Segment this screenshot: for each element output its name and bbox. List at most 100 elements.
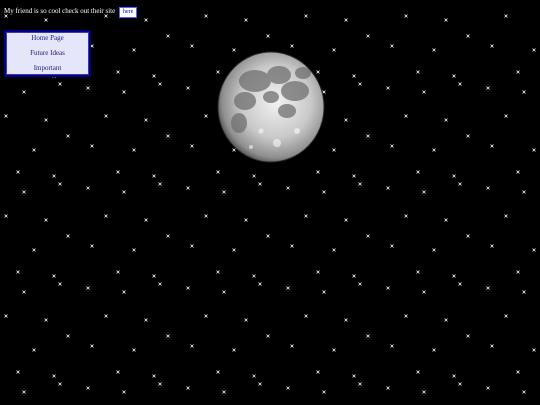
star-icon [366, 234, 370, 238]
star-icon [532, 148, 536, 152]
star-icon [532, 248, 536, 252]
star-icon [452, 174, 456, 178]
star-icon [32, 348, 36, 352]
star-icon [116, 370, 120, 374]
star-icon [204, 114, 208, 118]
star-icon [352, 174, 356, 178]
star-icon [44, 118, 48, 122]
star-icon [186, 86, 190, 90]
star-icon [286, 386, 290, 390]
star-icon [366, 334, 370, 338]
star-icon [244, 318, 248, 322]
star-icon [152, 174, 156, 178]
star-icon [504, 314, 508, 318]
star-icon [104, 314, 108, 318]
star-icon [404, 214, 408, 218]
star-icon [166, 34, 170, 38]
star-icon [316, 170, 320, 174]
star-icon [52, 174, 56, 178]
star-icon [16, 170, 20, 174]
star-icon [122, 190, 126, 194]
star-icon [486, 186, 490, 190]
star-icon [222, 290, 226, 294]
star-icon [452, 374, 456, 378]
star-icon [466, 34, 470, 38]
star-icon [204, 214, 208, 218]
star-icon [258, 282, 262, 286]
nav-item-home-page[interactable]: Home Page [31, 34, 63, 43]
star-icon [22, 390, 26, 394]
star-icon [86, 86, 90, 90]
star-icon [432, 248, 436, 252]
star-icon [490, 44, 494, 48]
star-icon [290, 344, 294, 348]
star-icon [366, 134, 370, 138]
star-icon [286, 186, 290, 190]
star-icon [490, 344, 494, 348]
star-icon [190, 144, 194, 148]
star-icon [152, 374, 156, 378]
star-icon [452, 274, 456, 278]
star-icon [416, 270, 420, 274]
star-icon [232, 348, 236, 352]
star-icon [144, 318, 148, 322]
star-icon [216, 370, 220, 374]
star-icon [144, 118, 148, 122]
star-icon [352, 274, 356, 278]
star-icon [332, 348, 336, 352]
star-icon [516, 170, 520, 174]
star-icon [522, 90, 526, 94]
star-icon [504, 114, 508, 118]
here-link[interactable]: here [118, 7, 138, 18]
star-icon [332, 48, 336, 52]
star-icon [432, 48, 436, 52]
star-icon [232, 248, 236, 252]
star-icon [522, 390, 526, 394]
star-icon [90, 144, 94, 148]
star-icon [322, 290, 326, 294]
star-icon [422, 190, 426, 194]
star-icon [532, 348, 536, 352]
star-icon [66, 134, 70, 138]
star-icon [90, 344, 94, 348]
star-icon [190, 344, 194, 348]
star-icon [186, 286, 190, 290]
star-icon [486, 386, 490, 390]
star-icon [52, 274, 56, 278]
star-icon [222, 190, 226, 194]
star-icon [522, 190, 526, 194]
star-icon [152, 74, 156, 78]
star-icon [432, 148, 436, 152]
nav-item-future-ideas[interactable]: Future Ideas [30, 49, 65, 58]
star-icon [86, 186, 90, 190]
star-icon [416, 170, 420, 174]
star-icon [386, 86, 390, 90]
star-icon [252, 374, 256, 378]
star-icon [252, 174, 256, 178]
nav-menu: Home Page Future Ideas Important [4, 30, 91, 77]
star-icon [44, 318, 48, 322]
star-icon [452, 74, 456, 78]
star-icon [386, 286, 390, 290]
star-icon [244, 218, 248, 222]
moon-icon [217, 51, 325, 163]
star-icon [444, 118, 448, 122]
star-icon [422, 390, 426, 394]
star-icon [122, 290, 126, 294]
star-icon [352, 374, 356, 378]
star-icon [132, 48, 136, 52]
star-icon [58, 282, 62, 286]
star-icon [58, 382, 62, 386]
star-icon [122, 90, 126, 94]
star-icon [16, 370, 20, 374]
nav-item-important[interactable]: Important [34, 64, 62, 73]
star-icon [166, 234, 170, 238]
star-icon [466, 334, 470, 338]
star-icon [466, 234, 470, 238]
star-icon [116, 70, 120, 74]
star-icon [422, 290, 426, 294]
star-icon [504, 14, 508, 18]
star-icon [332, 248, 336, 252]
star-icon [358, 382, 362, 386]
star-icon [458, 182, 462, 186]
